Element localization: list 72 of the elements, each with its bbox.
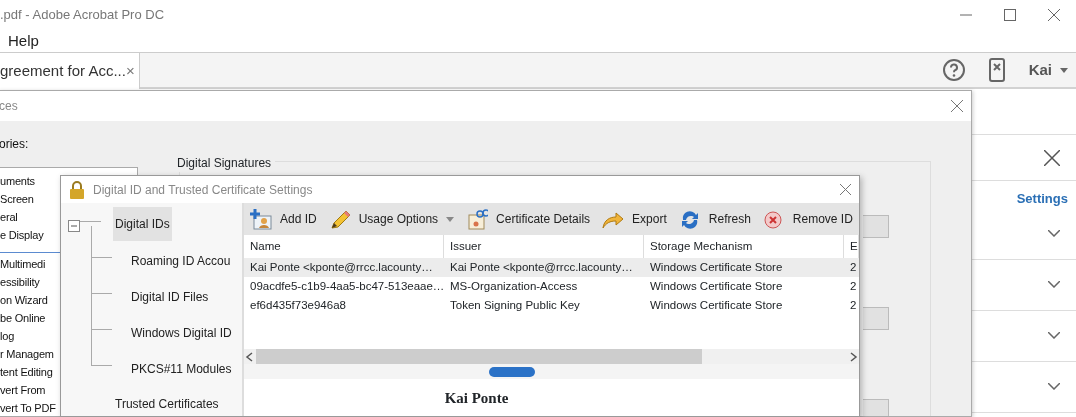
categories-label: ories: [0,136,29,153]
certificate-name: Kai Ponte [444,389,509,409]
add-id-icon [250,208,272,230]
scrollbar-thumb[interactable] [256,349,702,365]
dialog-title: Digital ID and Trusted Certificate Settings [93,181,314,199]
remove-icon [762,208,785,230]
table-cell-text: 2 [849,297,858,313]
category-item[interactable]: vert From [0,384,46,396]
tree-item[interactable]: Windows Digital ID [129,316,234,350]
toolbar-button[interactable]: Export [596,203,673,235]
table-cell-text: Windows Certificate Store [649,259,784,275]
table-row[interactable]: ef6d435f73e946a8 Token Signing Public Key Windows Certificate Store 2 [244,296,859,315]
help-icon[interactable] [942,59,965,81]
category-item[interactable]: on Wizard [0,294,48,306]
document-tab[interactable]: greement for Acc...× [0,53,140,89]
tab-close-button[interactable]: × [125,59,135,83]
maximize-icon[interactable] [1004,9,1016,21]
toolbar-button[interactable]: Add ID [244,203,323,235]
chevron-down-icon[interactable] [1048,332,1060,339]
table-cell-text: 2 [849,278,858,294]
horizontal-scrollbar[interactable] [244,349,859,365]
chevron-down-icon[interactable] [1048,230,1060,237]
collapse-icon[interactable] [68,220,80,232]
close-icon[interactable] [1048,9,1060,21]
chevron-down-icon[interactable] [1048,383,1060,390]
tree-item[interactable]: Digital ID Files [129,280,211,314]
category-item[interactable]: uments [0,175,35,187]
table-cell-text: Windows Certificate Store [649,278,784,294]
category-item[interactable]: vert To PDF [0,402,56,414]
toolbar-button[interactable]: Usage Options [322,203,461,235]
splitter-handle[interactable] [488,366,535,377]
table-cell-text: Kai Ponte <kponte@rrcc.lacounty… [249,259,434,275]
menu-item[interactable]: Help [8,29,39,53]
toolbar-button[interactable]: Certificate Details [460,203,597,235]
category-item[interactable]: e Display [0,229,44,241]
close-icon[interactable] [1044,149,1060,166]
table-cell-text: Windows Certificate Store [649,297,784,313]
table-cell-text: Kai Ponte <kponte@rrcc.lacounty… [449,259,634,275]
close-icon[interactable] [951,100,963,112]
table-cell-text: ef6d435f73e946a8 [249,297,347,313]
category-item[interactable]: log [0,330,15,342]
caret-icon [1060,67,1068,73]
pencil-icon [328,208,351,230]
category-item[interactable]: Screen [0,193,34,205]
table-row[interactable]: 09acdfe5-c1b9-4aa5-bc47-513eaae… MS-Organization-Access Windows Certificate Store 2 [244,277,859,296]
table-row[interactable]: Kai Ponte <kponte@rrcc.lacounty… Kai Ponte <kponte@rrcc.lacounty… Windows Certificate Store 2 [244,258,859,277]
certificate-icon [466,208,489,230]
table-cell-text: 09acdfe5-c1b9-4aa5-bc47-513eaae… [249,278,444,294]
tree-item[interactable]: PKCS#11 Modules [129,352,234,386]
chevron-down-icon[interactable] [1048,281,1060,288]
tree-item[interactable]: Roaming ID Accou [129,244,233,278]
mobile-device-icon[interactable] [988,58,1005,82]
close-icon[interactable] [840,184,851,195]
tab-label: greement for Acc... [0,60,126,81]
table-cell-text: MS-Organization-Access [449,278,579,294]
tree-item[interactable]: Trusted Certificates [113,387,221,416]
window-title: .pdf - Adobe Acrobat Pro DC [0,6,166,25]
user-menu[interactable]: Kai [1028,58,1068,82]
table-cell-text: 2 [849,259,858,275]
category-item[interactable]: eral [0,211,18,223]
settings-link[interactable]: Settings [1016,189,1068,209]
category-item[interactable]: be Online [0,312,46,324]
dialog-title: ces [0,98,18,115]
category-item[interactable]: r Managem [0,348,54,360]
lock-icon [69,180,85,199]
tree-item[interactable]: Digital IDs [113,207,172,241]
toolbar-button[interactable]: Refresh [672,203,757,235]
table-cell-text: Token Signing Public Key [449,297,581,313]
toolbar-button[interactable]: Remove ID [756,203,859,235]
category-item[interactable]: essibility [0,276,40,288]
category-item[interactable]: tent Editing [0,366,53,378]
category-item[interactable]: Multimedi [0,258,46,270]
